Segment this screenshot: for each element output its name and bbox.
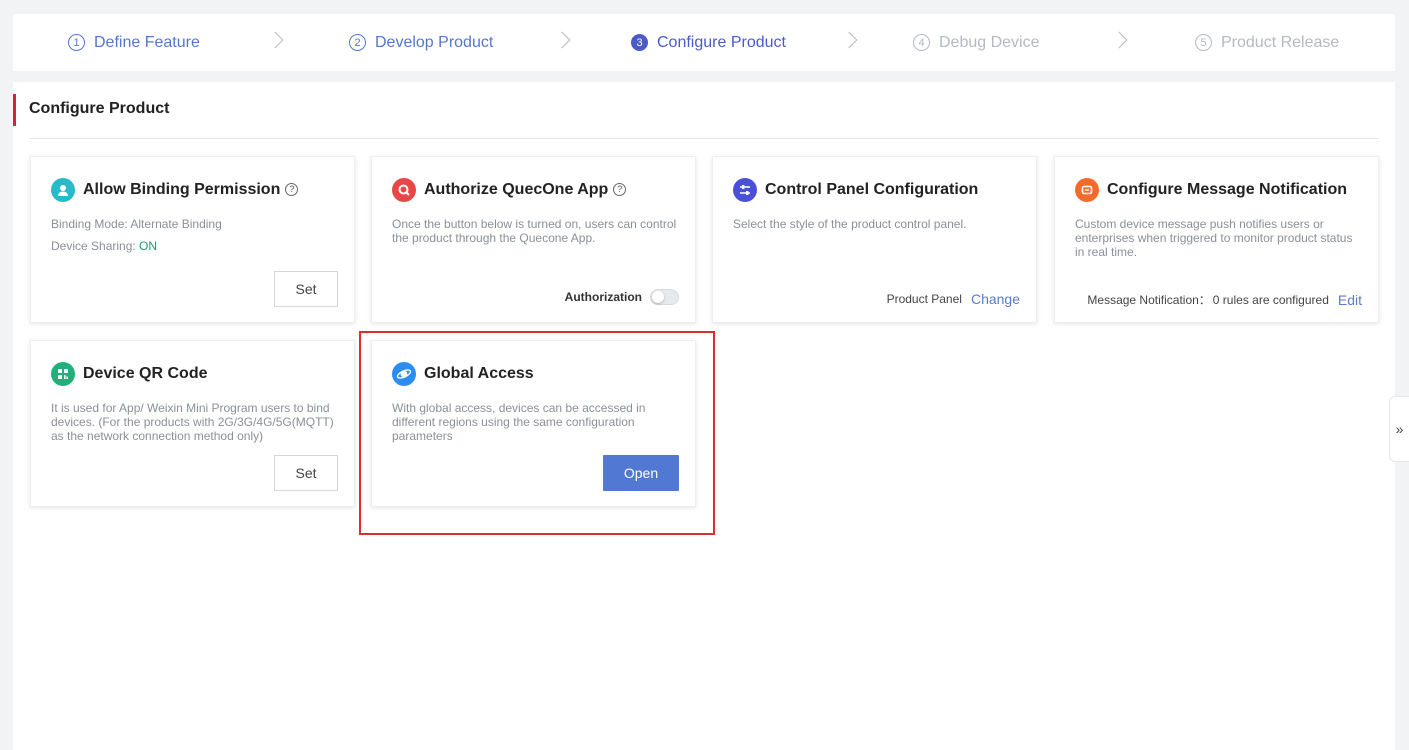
card-title-text: Authorize QuecOne App [424, 181, 609, 198]
rules-count: 0 rules are configured [1212, 292, 1329, 307]
expand-sidebar-tab[interactable]: » [1389, 396, 1409, 462]
card-title: Allow Binding Permission? [83, 181, 299, 199]
user-binding-icon [51, 178, 75, 202]
edit-link[interactable]: Edit [1338, 292, 1362, 308]
quecone-auth-card: Authorize QuecOne App? Once the button b… [371, 156, 696, 323]
card-title: Control Panel Configuration [765, 181, 979, 198]
card-desc: Once the button below is turned on, user… [392, 217, 677, 245]
authorization-toggle[interactable] [650, 289, 679, 305]
chevron-right-icon [553, 31, 571, 49]
help-icon[interactable]: ? [613, 183, 627, 196]
card-desc: Select the style of the product control … [733, 217, 967, 231]
message-icon [1075, 178, 1099, 202]
chevron-right-icon [840, 31, 858, 49]
step-number: 5 [1195, 34, 1212, 51]
step-develop-product[interactable]: 2 Develop Product [349, 14, 493, 71]
quecone-icon [392, 178, 416, 202]
binding-mode: Binding Mode: Alternate Binding [51, 217, 222, 231]
device-sharing-status: ON [139, 239, 158, 253]
control-panel-card: Control Panel Configuration Select the s… [712, 156, 1037, 323]
step-label: Develop Product [375, 33, 494, 51]
message-notification-label: Message Notification： [1087, 293, 1211, 307]
panel-footer: Product Panel Change [887, 291, 1020, 307]
highlight-box [359, 331, 715, 535]
card-desc: Binding Mode: Alternate Binding Device S… [51, 217, 341, 253]
divider [29, 138, 1379, 139]
sliders-icon [733, 178, 757, 202]
section-accent-bar [13, 94, 16, 126]
step-number: 4 [913, 34, 930, 51]
card-title: Authorize QuecOne App? [424, 181, 627, 199]
message-notification-card: Configure Message Notification Custom de… [1054, 156, 1379, 323]
card-title: Configure Message Notification [1107, 181, 1348, 198]
message-footer: Message Notification： 0 rules are config… [1087, 291, 1362, 308]
step-label: Define Feature [94, 33, 200, 51]
chevron-right-icon [266, 31, 284, 49]
card-desc: It is used for App/ Weixin Mini Program … [51, 401, 334, 443]
step-label: Configure Product [657, 33, 786, 51]
step-number: 1 [68, 34, 85, 51]
product-panel-label: Product Panel [886, 292, 962, 306]
progress-stepper: 1 Define Feature 2 Develop Product 3 Con… [13, 14, 1395, 71]
step-label: Product Release [1221, 33, 1340, 51]
step-define-feature[interactable]: 1 Define Feature [68, 14, 200, 71]
card-desc: Custom device message push notifies user… [1075, 217, 1353, 259]
device-sharing: Device Sharing: ON [51, 239, 341, 253]
step-label: Debug Device [939, 33, 1040, 51]
authorization-control: Authorization [565, 289, 679, 305]
binding-set-button[interactable]: Set [274, 271, 338, 307]
section-title: Configure Product [29, 100, 170, 117]
change-link[interactable]: Change [971, 291, 1020, 307]
card-title: Device QR Code [83, 365, 208, 382]
step-number: 2 [349, 34, 366, 51]
card-title-text: Allow Binding Permission [83, 181, 281, 198]
qr-set-button[interactable]: Set [274, 455, 338, 491]
step-number: 3 [631, 34, 648, 51]
authorization-label: Authorization [564, 290, 642, 304]
chevron-right-icon [1110, 31, 1128, 49]
qr-code-icon [51, 362, 75, 386]
device-sharing-label: Device Sharing: [51, 239, 140, 253]
step-product-release[interactable]: 5 Product Release [1195, 14, 1339, 71]
help-icon[interactable]: ? [285, 183, 299, 196]
device-qr-card: Device QR Code It is used for App/ Weixi… [30, 340, 355, 507]
step-debug-device[interactable]: 4 Debug Device [913, 14, 1040, 71]
step-configure-product[interactable]: 3 Configure Product [631, 14, 786, 71]
binding-permission-card: Allow Binding Permission? Binding Mode: … [30, 156, 355, 323]
